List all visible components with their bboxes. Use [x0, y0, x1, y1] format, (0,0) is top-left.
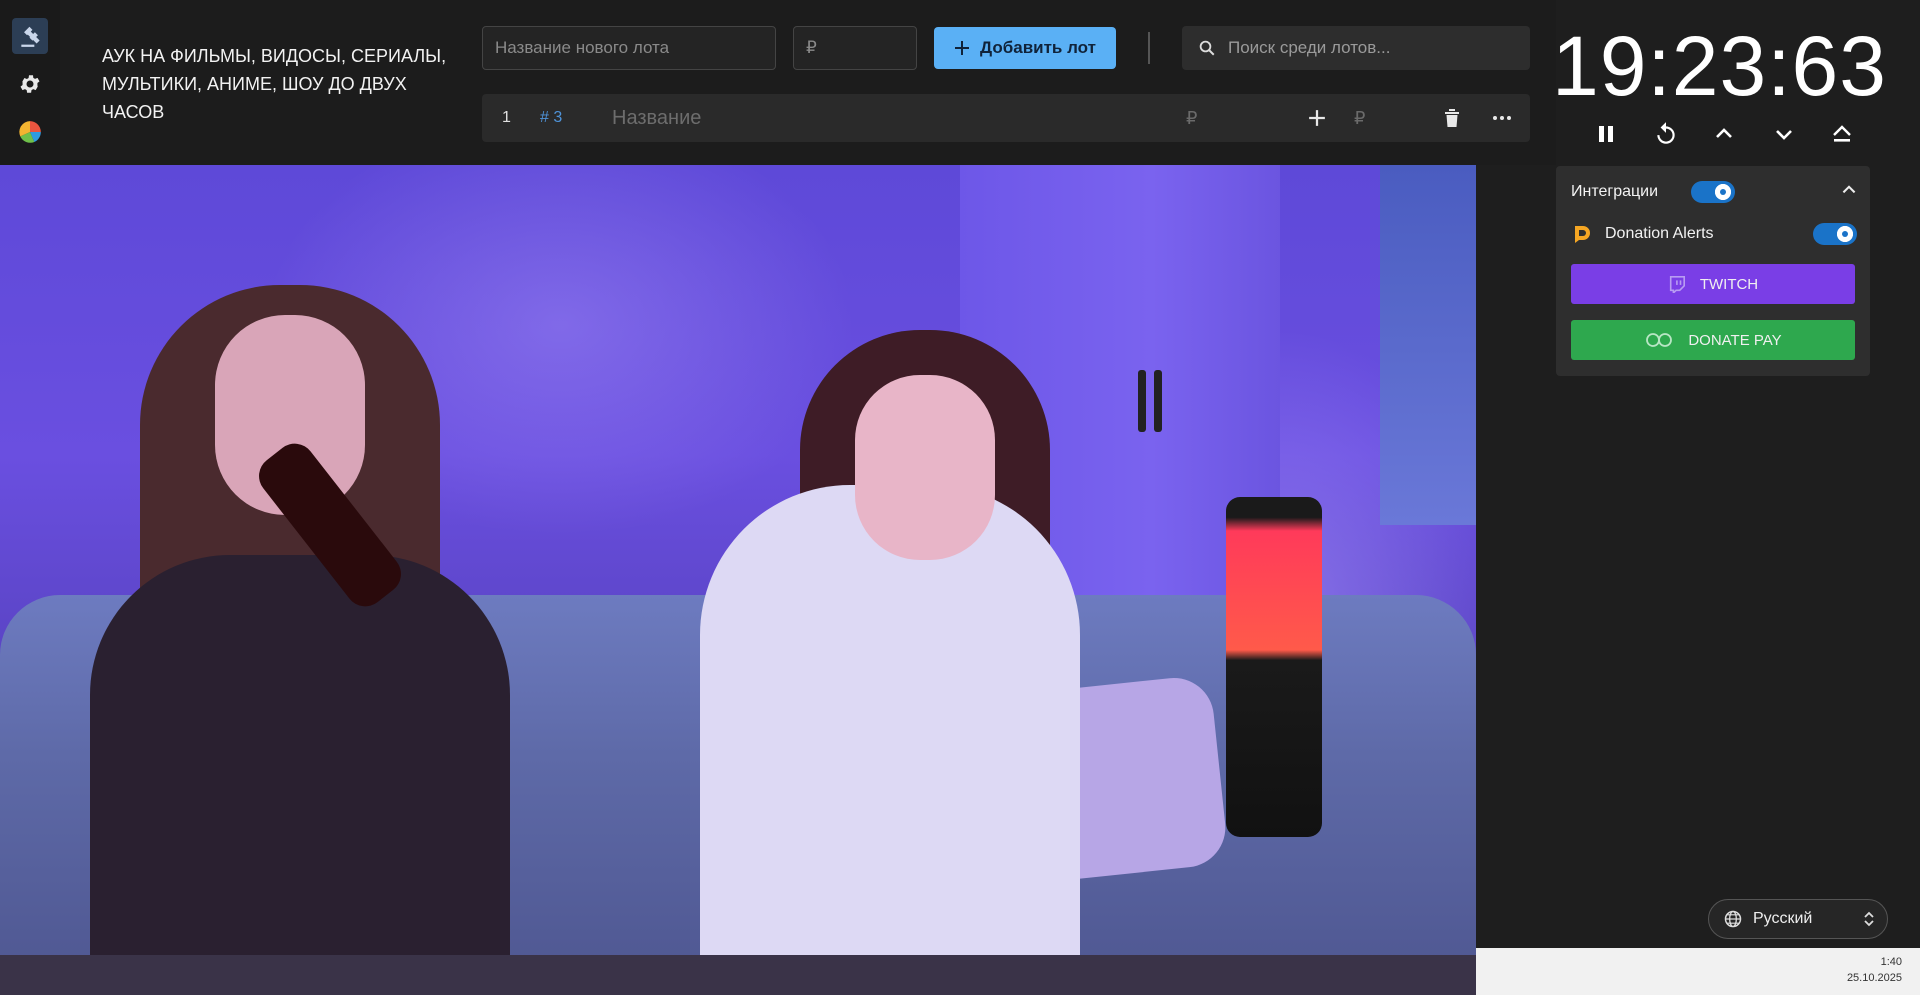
chevron-up-icon: [1716, 128, 1732, 138]
eject-icon: [1833, 125, 1851, 142]
trash-icon: [1445, 109, 1459, 127]
timer-display: 19:23:63: [1552, 19, 1887, 113]
video-person-right-face: [855, 375, 995, 560]
left-rail: [0, 0, 60, 165]
lot-add-amount-field[interactable]: ₽: [1354, 94, 1365, 142]
language-select[interactable]: Русский: [1708, 899, 1888, 939]
select-caret-icon: [1864, 911, 1874, 927]
pie-chart-icon: [19, 121, 41, 143]
search-placeholder: Поиск среди лотов...: [1228, 38, 1391, 57]
toolbar-divider: [1148, 32, 1150, 64]
lot-index: 1: [502, 109, 511, 126]
integrations-card: Интеграции Donation Alerts TWITCH DONATE…: [1556, 166, 1870, 376]
rail-settings-button[interactable]: [12, 66, 48, 102]
tray-date: 25.10.2025: [1846, 972, 1902, 984]
timer-increase-button[interactable]: [1704, 114, 1744, 154]
lot-row: 1 # 3 Название ₽ ₽: [482, 94, 1530, 142]
donatepay-label: DONATE PAY: [1688, 331, 1782, 349]
os-taskbar: 1:40 25.10.2025: [1476, 948, 1920, 995]
more-horizontal-icon: [1493, 116, 1511, 120]
donation-alerts-icon: [1575, 226, 1590, 243]
rail-stats-button[interactable]: [12, 114, 48, 150]
twitch-label: TWITCH: [1699, 275, 1759, 293]
reset-icon: [1657, 122, 1675, 144]
lot-add-amount-button[interactable]: [1308, 94, 1326, 142]
donation-alerts-row: Donation Alerts: [1571, 220, 1861, 248]
video-stream: [0, 165, 1476, 995]
search-icon: [1199, 40, 1215, 56]
add-lot-label: Добавить лот: [980, 38, 1096, 57]
lot-name-field[interactable]: Название: [612, 94, 701, 142]
gavel-icon: [21, 26, 40, 47]
lot-more-button[interactable]: [1492, 94, 1512, 142]
integrations-collapse-button[interactable]: [1841, 182, 1857, 203]
chevron-down-icon: [1776, 130, 1792, 140]
donation-alerts-toggle[interactable]: [1813, 223, 1857, 245]
chevron-up-icon: [1842, 185, 1856, 194]
lot-search-input[interactable]: Поиск среди лотов...: [1182, 26, 1530, 70]
donatepay-button[interactable]: DONATE PAY: [1571, 320, 1855, 360]
globe-icon: [1724, 910, 1742, 928]
add-lot-button[interactable]: Добавить лот: [934, 27, 1116, 69]
video-table: [0, 955, 1476, 995]
timer-pause-button[interactable]: [1586, 114, 1626, 154]
integrations-label: Интеграции: [1571, 183, 1659, 200]
plus-icon: [1309, 110, 1325, 126]
twitch-icon: [1669, 275, 1685, 293]
video-window: [1380, 165, 1476, 525]
new-lot-name-input[interactable]: Название нового лота: [482, 26, 776, 70]
rail-auction-button[interactable]: [12, 18, 48, 54]
twitch-button[interactable]: TWITCH: [1571, 264, 1855, 304]
integrations-toggle[interactable]: [1691, 181, 1735, 203]
timer-decrease-button[interactable]: [1764, 114, 1804, 154]
lot-delete-button[interactable]: [1444, 94, 1460, 142]
video-wardrobe-handles: [1138, 370, 1146, 432]
timer-reset-button[interactable]: [1646, 114, 1686, 154]
video-person-right-body: [700, 485, 1080, 995]
video-microphone: [1226, 497, 1322, 837]
lot-amount-field[interactable]: ₽: [1186, 94, 1197, 142]
integrations-header: Интеграции: [1571, 178, 1861, 206]
donatepay-icon: [1646, 333, 1673, 347]
donation-alerts-label: Donation Alerts: [1605, 225, 1714, 242]
tray-time: 1:40: [1880, 956, 1902, 968]
timer-eject-button[interactable]: [1822, 114, 1862, 154]
plus-icon: [955, 41, 970, 55]
timer-controls: [1566, 114, 1866, 154]
new-lot-price-input[interactable]: ₽: [793, 26, 917, 70]
tray-clock[interactable]: 1:40 25.10.2025: [1847, 954, 1902, 986]
language-selected-label: Русский: [1753, 910, 1813, 927]
video-person-left-body: [90, 555, 510, 995]
top-bar: АУК НА ФИЛЬМЫ, ВИДОСЫ, СЕРИАЛЫ, МУЛЬТИКИ…: [0, 0, 1556, 165]
auction-title: АУК НА ФИЛЬМЫ, ВИДОСЫ, СЕРИАЛЫ, МУЛЬТИКИ…: [102, 46, 447, 122]
gear-icon: [20, 75, 40, 93]
pause-icon: [1599, 126, 1613, 142]
lot-id[interactable]: # 3: [540, 94, 562, 142]
